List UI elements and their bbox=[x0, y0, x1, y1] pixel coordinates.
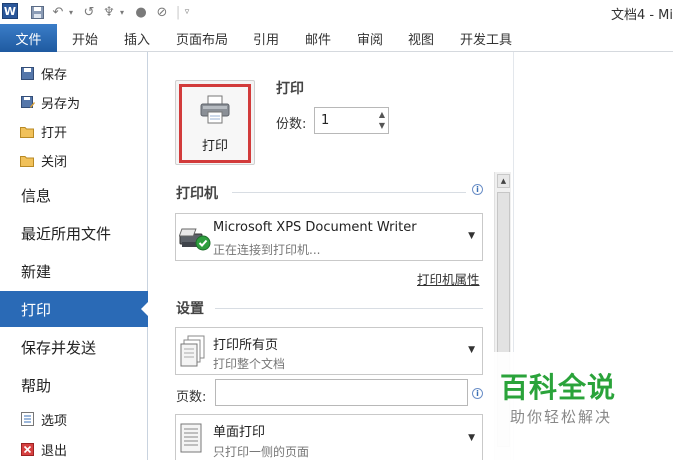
nav-save[interactable]: 保存 bbox=[0, 59, 148, 87]
open-folder-icon bbox=[20, 124, 35, 139]
printer-icon bbox=[199, 95, 231, 129]
print-section-title: 打印 bbox=[276, 81, 304, 97]
watermark: 百科全说 助你轻松解决 bbox=[484, 352, 673, 460]
nav-save-as[interactable]: 另存为 bbox=[0, 88, 148, 116]
print-sides-dropdown[interactable]: 单面打印 只打印一侧的页面 ▼ bbox=[175, 414, 483, 460]
printer-name: Microsoft XPS Document Writer bbox=[213, 220, 417, 235]
watermark-title: 百科全说 bbox=[500, 371, 617, 404]
nav-exit-label: 退出 bbox=[41, 443, 68, 459]
print-range-dropdown[interactable]: 打印所有页 打印整个文档 ▼ bbox=[175, 327, 483, 375]
printer-dropdown-arrow-icon: ▼ bbox=[468, 231, 475, 241]
ribbon-tabs: 文件 开始 插入 页面布局 引用 邮件 审阅 视图 开发工具 bbox=[0, 24, 673, 52]
document-title: 文档4 - Mi bbox=[610, 8, 673, 23]
nav-exit[interactable]: 退出 bbox=[0, 435, 148, 460]
print-button[interactable]: 打印 bbox=[175, 80, 255, 165]
copies-up-icon[interactable]: ▲ bbox=[379, 110, 385, 119]
nav-save-label: 保存 bbox=[41, 67, 68, 83]
nav-options-label: 选项 bbox=[41, 413, 68, 429]
tab-insert[interactable]: 插入 bbox=[124, 24, 150, 52]
print-sides-title: 单面打印 bbox=[213, 425, 266, 440]
print-sides-arrow-icon: ▼ bbox=[468, 433, 475, 443]
settings-section-title: 设置 bbox=[176, 301, 204, 317]
one-sided-icon bbox=[180, 423, 204, 459]
undo-icon[interactable]: ↶ bbox=[50, 3, 66, 21]
nav-close[interactable]: 关闭 bbox=[0, 146, 148, 174]
format-painter-icon[interactable]: ♆ bbox=[100, 3, 118, 21]
all-pages-icon bbox=[180, 335, 206, 371]
pages-label: 页数: bbox=[176, 390, 207, 405]
tab-mailings[interactable]: 邮件 bbox=[305, 24, 331, 52]
redo-icon[interactable]: ↺ bbox=[82, 3, 96, 21]
undo-dropdown-icon[interactable]: ▾ bbox=[67, 3, 75, 21]
printer-properties-link[interactable]: 打印机属性 bbox=[417, 269, 480, 288]
tab-developer[interactable]: 开发工具 bbox=[460, 24, 512, 52]
printer-status: 正在连接到打印机... bbox=[213, 243, 321, 257]
print-range-sub: 打印整个文档 bbox=[213, 357, 286, 371]
options-icon bbox=[20, 412, 35, 427]
print-sides-sub: 只打印一侧的页面 bbox=[213, 445, 310, 459]
nav-open-label: 打开 bbox=[41, 125, 68, 141]
circle-icon[interactable]: ● bbox=[134, 3, 148, 21]
customize-toolbar-icon[interactable]: ▿ bbox=[182, 3, 192, 21]
nav-new[interactable]: 新建 bbox=[0, 253, 148, 289]
print-range-arrow-icon: ▼ bbox=[468, 345, 475, 355]
scroll-up-icon[interactable]: ▲ bbox=[497, 174, 510, 188]
toolbar-separator: | bbox=[175, 4, 181, 20]
word-logo-icon[interactable]: W bbox=[2, 3, 18, 19]
pages-input[interactable] bbox=[215, 379, 468, 406]
tab-references[interactable]: 引用 bbox=[253, 24, 279, 52]
close-folder-icon bbox=[20, 153, 35, 168]
exit-icon bbox=[20, 442, 35, 457]
tab-file[interactable]: 文件 bbox=[0, 24, 57, 52]
save-icon[interactable] bbox=[30, 3, 44, 21]
backstage-nav: 保存 另存为 打开 关闭 信息 最近所用文件 新建 打印 保存并发送 帮助 选项… bbox=[0, 52, 149, 460]
print-range-title: 打印所有页 bbox=[213, 338, 279, 353]
tab-view[interactable]: 视图 bbox=[408, 24, 434, 52]
no-edit-icon[interactable]: ⊘ bbox=[154, 3, 170, 21]
nav-open[interactable]: 打开 bbox=[0, 117, 148, 145]
tab-home[interactable]: 开始 bbox=[72, 24, 98, 52]
nav-save-as-label: 另存为 bbox=[41, 96, 81, 112]
nav-recent[interactable]: 最近所用文件 bbox=[0, 215, 148, 251]
settings-section-divider bbox=[215, 308, 483, 309]
printer-ready-icon bbox=[178, 226, 211, 256]
nav-close-label: 关闭 bbox=[41, 154, 68, 170]
save-as-icon bbox=[20, 95, 35, 110]
nav-options[interactable]: 选项 bbox=[0, 405, 148, 433]
print-panel: 打印 打印 份数: 1 ▲ ▼ 打印机 i Microsoft XPS Docu… bbox=[149, 52, 513, 460]
printer-section-divider bbox=[232, 192, 466, 193]
copies-label: 份数: bbox=[276, 117, 307, 132]
printer-info-icon[interactable]: i bbox=[472, 184, 483, 195]
nav-print[interactable]: 打印 bbox=[0, 291, 149, 327]
nav-print-label: 打印 bbox=[21, 300, 52, 319]
nav-save-send[interactable]: 保存并发送 bbox=[0, 329, 148, 365]
printer-section-title: 打印机 bbox=[176, 186, 218, 202]
copies-down-icon[interactable]: ▼ bbox=[379, 121, 385, 130]
tab-page-layout[interactable]: 页面布局 bbox=[176, 24, 228, 52]
title-bar: W ↶ ▾ ↺ ♆ ▾ ● ⊘ | ▿ 文档4 - Mi bbox=[0, 0, 673, 24]
nav-info[interactable]: 信息 bbox=[0, 177, 148, 213]
copies-value: 1 bbox=[321, 113, 330, 128]
print-button-label: 打印 bbox=[201, 139, 228, 154]
tab-review[interactable]: 审阅 bbox=[357, 24, 383, 52]
nav-help[interactable]: 帮助 bbox=[0, 367, 148, 403]
format-dropdown-icon[interactable]: ▾ bbox=[118, 3, 126, 21]
print-button-highlight: 打印 bbox=[179, 84, 251, 163]
watermark-subtitle: 助你轻松解决 bbox=[510, 408, 613, 426]
printer-dropdown[interactable]: Microsoft XPS Document Writer 正在连接到打印机..… bbox=[175, 213, 483, 261]
copies-stepper[interactable]: 1 ▲ ▼ bbox=[314, 107, 389, 134]
save-icon bbox=[20, 66, 35, 81]
pages-info-icon[interactable]: i bbox=[472, 388, 483, 399]
